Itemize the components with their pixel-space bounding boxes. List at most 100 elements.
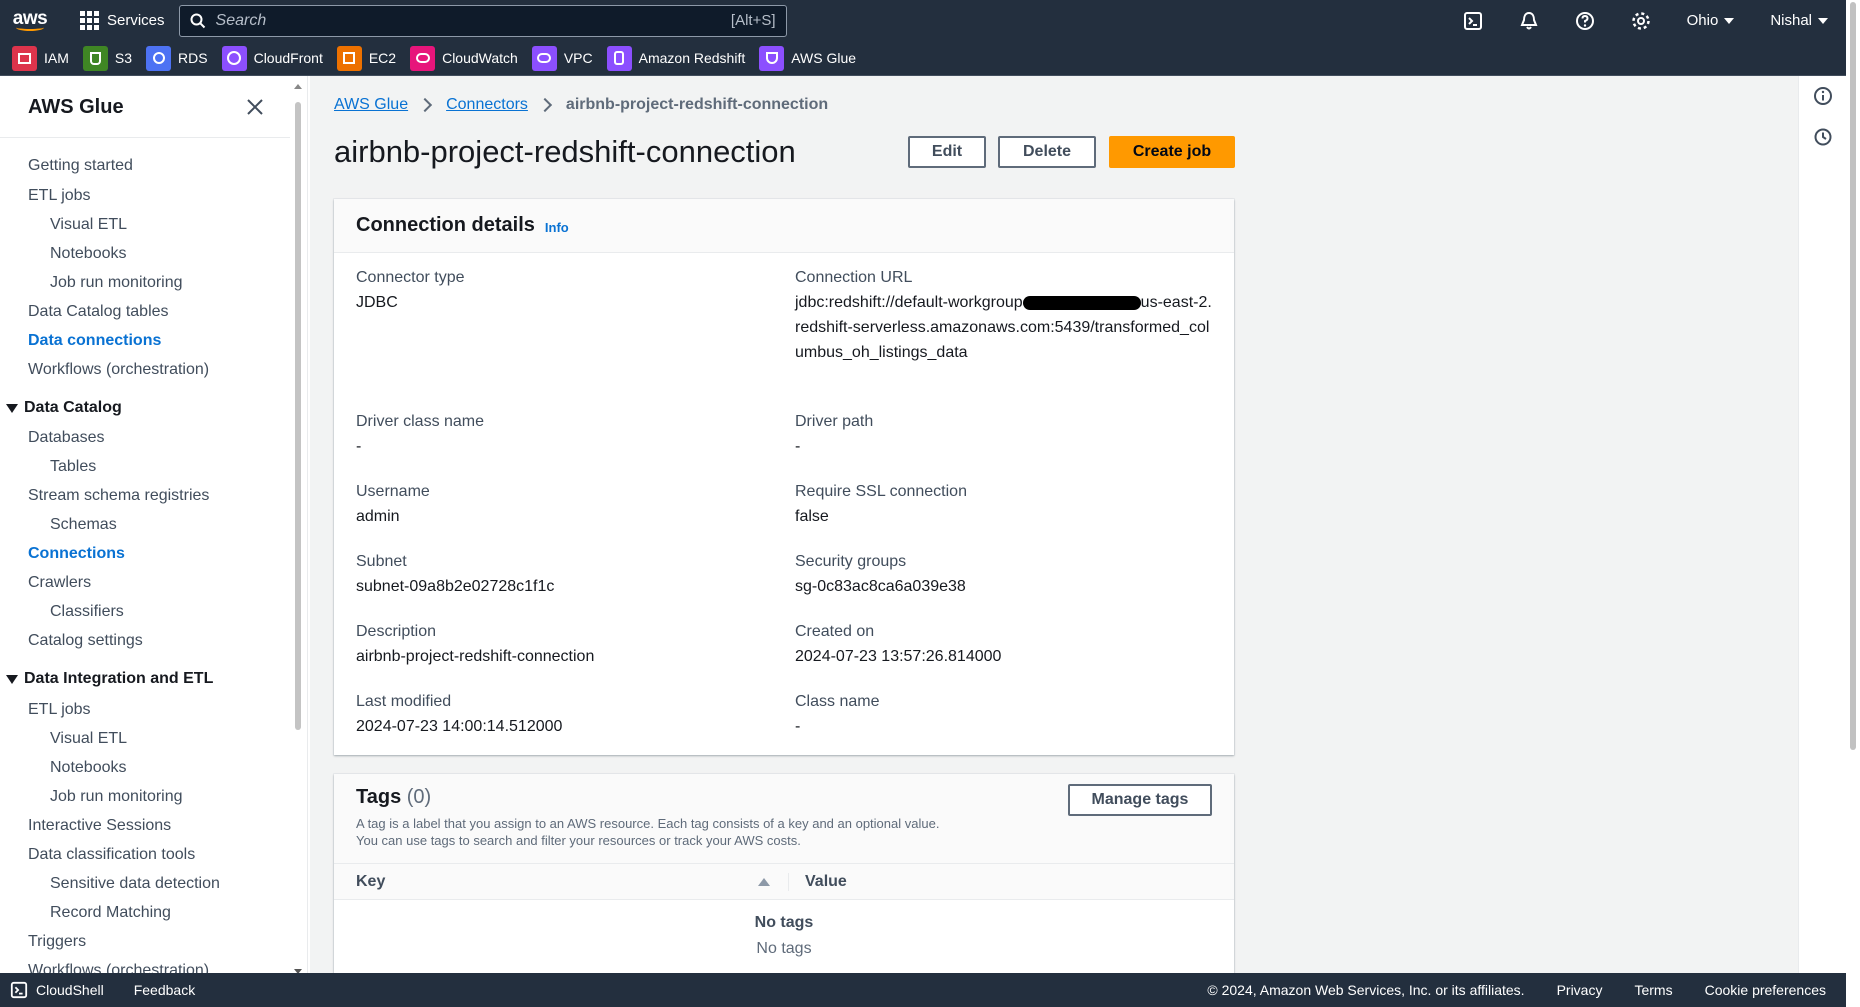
settings-icon[interactable] [1613,0,1669,41]
sidebar-item-workflows[interactable]: Workflows (orchestration) [28,361,209,379]
field-connector-type: Connector type JDBC [356,265,465,315]
page-title: airbnb-project-redshift-connection [334,134,796,169]
favorite-label: RDS [178,50,208,66]
sidebar-item-etl-jobs-2[interactable]: ETL jobs [28,701,91,719]
aws-smile-icon [16,24,44,31]
field-label: Driver path [795,413,874,430]
field-value: - [795,438,801,455]
favorite-cloudfront[interactable]: CloudFront [221,45,323,71]
aws-logo[interactable]: aws [0,0,60,41]
sidebar-item-schemas[interactable]: Schemas [50,516,117,534]
history-icon[interactable] [1813,127,1833,147]
field-security-groups: Security groups sg-0c83ac8ca6a039e38 [795,549,966,599]
sidebar-item-databases[interactable]: Databases [28,429,105,447]
breadcrumb-aws-glue[interactable]: AWS Glue [334,96,408,114]
create-job-button[interactable]: Create job [1109,136,1235,168]
feedback-link[interactable]: Feedback [134,982,195,998]
sidebar-item-sensitive-data-detection[interactable]: Sensitive data detection [50,875,220,893]
cloudshell-icon[interactable] [1445,0,1501,41]
search-shortcut: [Alt+S] [730,12,776,29]
sidebar-item-data-classification-tools[interactable]: Data classification tools [28,846,195,864]
main-content: AWS Glue Connectors airbnb-project-redsh… [310,76,1798,973]
field-value: - [356,438,362,455]
favorite-iam[interactable]: IAM [12,45,69,71]
favorite-s3[interactable]: S3 [82,45,132,71]
sidebar-item-classifiers[interactable]: Classifiers [50,603,124,621]
chevron-down-icon [1724,17,1735,24]
sidebar-item-notebooks-2[interactable]: Notebooks [50,759,127,777]
sidebar-item-visual-etl-2[interactable]: Visual ETL [50,730,127,748]
sidebar-item-record-matching[interactable]: Record Matching [50,904,171,922]
field-last-modified: Last modified 2024-07-23 14:00:14.512000 [356,689,562,739]
edit-button[interactable]: Edit [908,136,986,168]
privacy-link[interactable]: Privacy [1557,982,1603,998]
favorite-cloudwatch[interactable]: CloudWatch [410,45,518,71]
column-label: Key [356,872,386,890]
favorite-rds[interactable]: RDS [146,45,208,71]
sidebar-item-data-connections[interactable]: Data connections [28,332,161,350]
field-description: Description airbnb-project-redshift-conn… [356,619,594,669]
sidebar-item-stream-schema-registries[interactable]: Stream schema registries [28,487,209,505]
field-require-ssl: Require SSL connection false [795,479,967,529]
sidebar-item-notebooks[interactable]: Notebooks [50,245,127,263]
services-label: Services [107,12,165,29]
sidebar-section-data-integration[interactable]: Data Integration and ETL [6,670,213,688]
panel-header: Tags (0) A tag is a label that you assig… [334,774,1234,864]
cloudshell-button[interactable]: CloudShell [10,981,104,999]
notifications-icon[interactable] [1501,0,1557,41]
account-name: Nishal [1770,12,1812,29]
scrollbar-thumb[interactable] [1850,2,1856,750]
sidebar-item-crawlers[interactable]: Crawlers [28,574,91,592]
services-menu[interactable]: Services [80,11,165,30]
region-selector[interactable]: Ohio [1669,12,1753,29]
info-link[interactable]: Info [545,220,569,235]
field-label: Last modified [356,693,452,710]
sidebar-item-getting-started[interactable]: Getting started [28,157,133,175]
column-header-key[interactable]: Key [334,872,789,891]
sidebar-item-job-run-monitoring[interactable]: Job run monitoring [50,274,183,292]
scroll-up-icon[interactable] [294,84,302,89]
cloudwatch-icon [410,45,436,71]
copyright-text: © 2024, Amazon Web Services, Inc. or its… [1207,982,1525,998]
sidebar-item-visual-etl[interactable]: Visual ETL [50,216,127,234]
favorite-ec2[interactable]: EC2 [336,45,396,71]
sidebar-item-catalog-settings[interactable]: Catalog settings [28,632,143,650]
column-header-value[interactable]: Value [789,873,847,891]
sidebar-item-workflows-2[interactable]: Workflows (orchestration) [28,962,209,973]
sidebar-item-job-run-monitoring-2[interactable]: Job run monitoring [50,788,183,806]
section-label: Data Integration and ETL [24,670,214,687]
sidebar-item-tables[interactable]: Tables [50,458,96,476]
info-icon[interactable] [1813,86,1833,106]
field-label: Connection URL [795,269,913,286]
redaction-mark [1022,295,1141,310]
empty-state-title: No tags [754,914,814,931]
sidebar-title[interactable]: AWS Glue [28,96,124,119]
delete-button[interactable]: Delete [998,136,1096,168]
search-input[interactable]: Search [Alt+S] [178,4,787,37]
favorite-redshift[interactable]: Amazon Redshift [606,45,745,71]
sidebar-item-connections[interactable]: Connections [28,545,125,563]
terms-link[interactable]: Terms [1634,982,1672,998]
sidebar-scrollbar[interactable] [294,84,302,973]
footer: CloudShell Feedback © 2024, Amazon Web S… [0,973,1846,1007]
page-scrollbar[interactable] [1846,0,1860,1007]
help-icon[interactable] [1557,0,1613,41]
breadcrumb-connectors[interactable]: Connectors [446,96,528,114]
field-label: Require SSL connection [795,483,967,500]
account-menu[interactable]: Nishal [1752,12,1846,29]
chevron-right-icon [537,97,552,113]
sidebar-item-etl-jobs[interactable]: ETL jobs [28,187,91,205]
scrollbar-thumb[interactable] [295,102,301,730]
cookie-preferences-link[interactable]: Cookie preferences [1705,982,1826,998]
glue-icon [759,45,785,71]
sidebar-item-triggers[interactable]: Triggers [28,933,86,951]
sidebar-item-interactive-sessions[interactable]: Interactive Sessions [28,817,171,835]
close-icon[interactable] [245,97,265,117]
sidebar-item-data-catalog-tables[interactable]: Data Catalog tables [28,303,169,321]
favorite-glue[interactable]: AWS Glue [759,45,856,71]
field-value: subnet-09a8b2e02728c1f1c [356,578,555,595]
favorite-vpc[interactable]: VPC [531,45,593,71]
manage-tags-button[interactable]: Manage tags [1068,784,1212,816]
sidebar-section-data-catalog[interactable]: Data Catalog [6,399,122,417]
field-label: Created on [795,623,875,640]
